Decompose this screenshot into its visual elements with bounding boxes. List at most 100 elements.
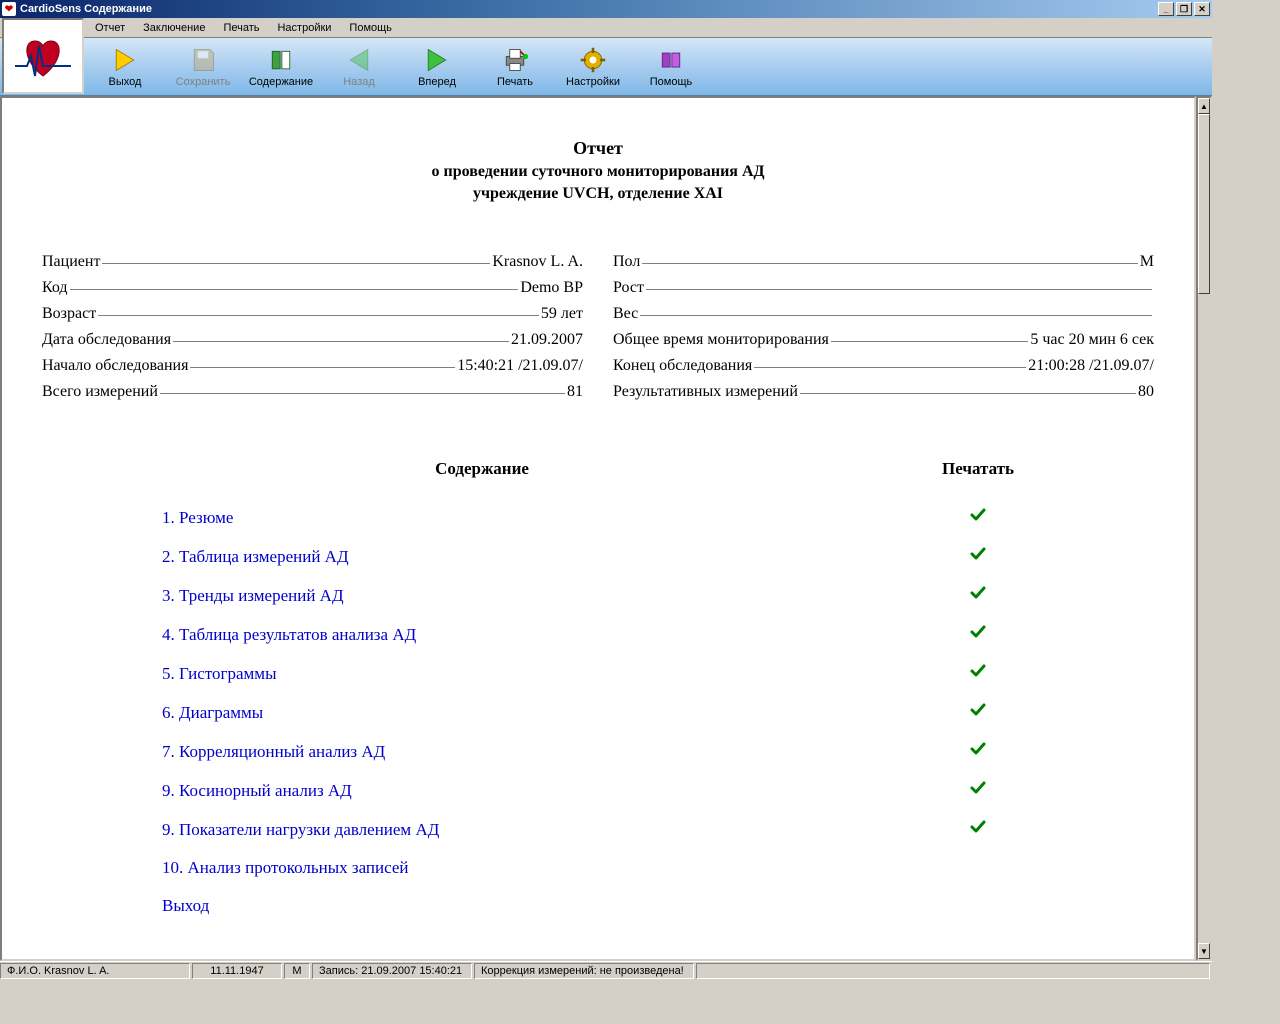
info-row: Возраст 59 лет: [42, 305, 583, 323]
print-check-icon[interactable]: [802, 663, 1154, 684]
menu-print[interactable]: Печать: [214, 20, 268, 36]
menu-report[interactable]: Отчет: [86, 20, 134, 36]
info-row: Пациент Krasnov L. A.: [42, 253, 583, 271]
status-sex: М: [284, 963, 310, 979]
toolbar-exit-button[interactable]: Выход: [86, 44, 164, 90]
menu-help[interactable]: Помощь: [340, 20, 401, 36]
toc-link[interactable]: 3. Тренды измерений АД: [162, 586, 802, 606]
toc-link[interactable]: 2. Таблица измерений АД: [162, 547, 802, 567]
toc-link[interactable]: 9. Косинорный анализ АД: [162, 781, 802, 801]
info-value: 5 час 20 мин 6 сек: [1030, 331, 1154, 349]
close-button[interactable]: ✕: [1194, 2, 1210, 16]
toc-row: 9. Косинорный анализ АД: [162, 780, 1154, 801]
document-view: Отчет о проведении суточного мониториров…: [0, 96, 1196, 961]
toc-link[interactable]: 5. Гистограммы: [162, 664, 802, 684]
info-row: Общее время мониторирования 5 час 20 мин …: [613, 331, 1154, 349]
status-record: Запись: 21.09.2007 15:40:21: [312, 963, 472, 979]
toolbar-label: Содержание: [249, 76, 313, 88]
info-row: Всего измерений 81: [42, 383, 583, 401]
toolbar-forward-button[interactable]: Вперед: [398, 44, 476, 90]
info-label: Начало обследования: [42, 357, 188, 375]
print-check-icon[interactable]: [802, 546, 1154, 567]
scroll-down-button[interactable]: ▼: [1198, 943, 1210, 959]
toc-row: 4. Таблица результатов анализа АД: [162, 624, 1154, 645]
report-subtitle2: учреждение UVCH, отделение XAI: [42, 185, 1154, 203]
info-label: Возраст: [42, 305, 96, 323]
toc-row: 5. Гистограммы: [162, 663, 1154, 684]
toc-link[interactable]: 10. Анализ протокольных записей: [162, 858, 802, 878]
save-icon: [189, 46, 217, 74]
titlebar: ❤ CardioSens Содержание _ ❐ ✕: [0, 0, 1212, 18]
toolbar-help-button[interactable]: Помощь: [632, 44, 710, 90]
info-value: 80: [1138, 383, 1154, 401]
menubar: Отчет Заключение Печать Настройки Помощь: [0, 18, 1212, 38]
help-icon: [657, 46, 685, 74]
logo: [2, 18, 84, 94]
toc-row: 3. Тренды измерений АД: [162, 585, 1154, 606]
info-label: Пациент: [42, 253, 100, 271]
contents-icon: [267, 46, 295, 74]
toc-link[interactable]: 4. Таблица результатов анализа АД: [162, 625, 802, 645]
print-check-icon[interactable]: [802, 702, 1154, 723]
toc-link[interactable]: 6. Диаграммы: [162, 703, 802, 723]
window-title: CardioSens Содержание: [20, 3, 152, 15]
toolbar-print-button[interactable]: Печать: [476, 44, 554, 90]
info-label: Общее время мониторирования: [613, 331, 829, 349]
toolbar-back-button: Назад: [320, 44, 398, 90]
status-correction: Коррекция измерений: не произведена!: [474, 963, 694, 979]
info-label: Дата обследования: [42, 331, 171, 349]
toolbar-save-button: Сохранить: [164, 44, 242, 90]
menu-settings[interactable]: Настройки: [268, 20, 340, 36]
info-value: 81: [567, 383, 583, 401]
toc-link[interactable]: Выход: [162, 896, 802, 916]
info-label: Конец обследования: [613, 357, 752, 375]
status-dob: 11.11.1947: [192, 963, 282, 979]
print-check-icon[interactable]: [802, 585, 1154, 606]
print-check-icon[interactable]: [802, 819, 1154, 840]
print-check-icon[interactable]: [802, 780, 1154, 801]
info-value: 15:40:21 /21.09.07/: [457, 357, 583, 375]
info-label: Результативных измерений: [613, 383, 798, 401]
info-label: Код: [42, 279, 68, 297]
print-check-icon[interactable]: [802, 741, 1154, 762]
minimize-button[interactable]: _: [1158, 2, 1174, 16]
info-value: Demo BP: [520, 279, 583, 297]
info-label: Рост: [613, 279, 644, 297]
info-value: 59 лет: [541, 305, 583, 323]
toc-link[interactable]: 1. Резюме: [162, 508, 802, 528]
toc-link[interactable]: 7. Корреляционный анализ АД: [162, 742, 802, 762]
info-row: Дата обследования21.09.2007: [42, 331, 583, 349]
toc-row: 10. Анализ протокольных записей: [162, 858, 1154, 878]
maximize-button[interactable]: ❐: [1176, 2, 1192, 16]
status-empty: [696, 963, 1210, 979]
toolbar-label: Печать: [497, 76, 533, 88]
toc-row: 2. Таблица измерений АД: [162, 546, 1154, 567]
info-value: М: [1140, 253, 1154, 271]
toc-row: 9. Показатели нагрузки давлением АД: [162, 819, 1154, 840]
report-title: Отчет: [42, 138, 1154, 159]
app-icon: ❤: [2, 2, 16, 16]
toc-heading: Содержание: [162, 459, 802, 479]
exit-icon: [111, 46, 139, 74]
menu-conclusion[interactable]: Заключение: [134, 20, 214, 36]
info-label: Вес: [613, 305, 638, 323]
info-row: Вес: [613, 305, 1154, 323]
info-row: Пол М: [613, 253, 1154, 271]
toolbar-contents-button[interactable]: Содержание: [242, 44, 320, 90]
print-icon: [501, 46, 529, 74]
info-row: Начало обследования 15:40:21 /21.09.07/: [42, 357, 583, 375]
toc-row: 1. Резюме: [162, 507, 1154, 528]
scroll-thumb[interactable]: [1198, 114, 1210, 294]
forward-icon: [423, 46, 451, 74]
info-value: Krasnov L. A.: [492, 253, 583, 271]
scroll-up-button[interactable]: ▲: [1198, 98, 1210, 114]
print-check-icon[interactable]: [802, 507, 1154, 528]
info-label: Всего измерений: [42, 383, 158, 401]
toc-link[interactable]: 9. Показатели нагрузки давлением АД: [162, 820, 802, 840]
vertical-scrollbar[interactable]: ▲ ▼: [1196, 96, 1212, 961]
print-check-icon[interactable]: [802, 624, 1154, 645]
toolbar-label: Вперед: [418, 76, 456, 88]
toolbar-settings-button[interactable]: Настройки: [554, 44, 632, 90]
info-label: Пол: [613, 253, 640, 271]
info-row: Результативных измерений 80: [613, 383, 1154, 401]
